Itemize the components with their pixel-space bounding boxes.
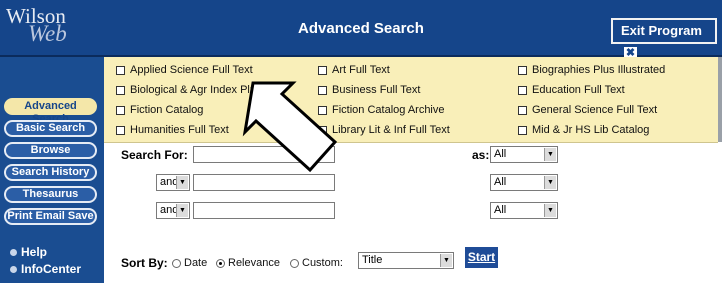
- annotation-arrow-icon: [242, 81, 338, 173]
